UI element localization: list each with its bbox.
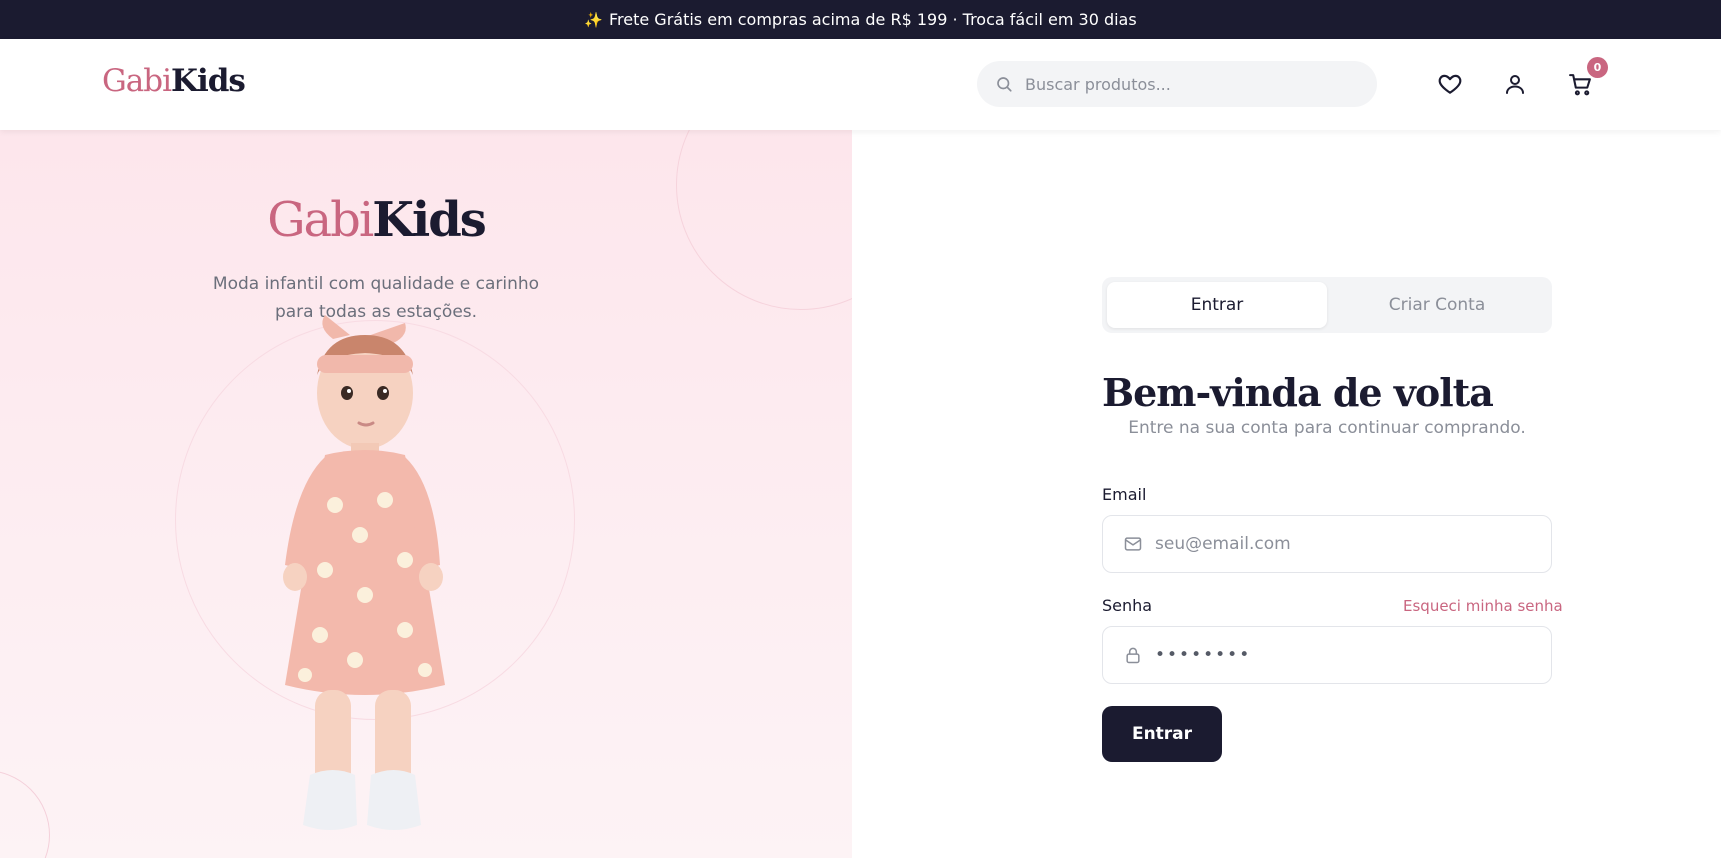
announcement-bar: ✨ Frete Grátis em compras acima de R$ 19… <box>0 0 1721 39</box>
heart-icon <box>1438 74 1462 94</box>
email-label: Email <box>1102 485 1147 504</box>
email-field-wrapper <box>1102 515 1552 573</box>
hero-logo: GabiKids <box>267 192 487 248</box>
email-field[interactable] <box>1155 534 1535 554</box>
forgot-password-link[interactable]: Esqueci minha senha <box>1403 597 1563 615</box>
page-title: Bem-vinda de volta <box>1102 370 1494 415</box>
favorites-button[interactable] <box>1436 70 1464 98</box>
password-label: Senha <box>1102 596 1153 615</box>
lock-icon <box>1126 647 1140 664</box>
search-icon <box>997 77 1012 92</box>
auth-panel <box>852 130 1721 858</box>
site-logo[interactable]: GabiKids <box>102 63 246 99</box>
tab-criar-conta[interactable]: Criar Conta <box>1327 282 1547 328</box>
submit-button[interactable]: Entrar <box>1102 706 1222 762</box>
decorative-circle <box>0 770 50 858</box>
site-header: GabiKids 0 <box>0 39 1721 130</box>
announcement-text: Frete Grátis em compras acima de R$ 199 … <box>608 10 1137 29</box>
tab-entrar[interactable]: Entrar <box>1107 282 1327 328</box>
search-bar <box>977 61 1377 107</box>
search-input[interactable] <box>1025 74 1345 94</box>
account-button[interactable] <box>1501 70 1529 98</box>
sparkle-icon: ✨ <box>584 10 603 29</box>
password-field-wrapper: •••••••• <box>1102 626 1552 684</box>
cart-count-badge: 0 <box>1587 57 1608 78</box>
user-icon <box>1506 75 1524 94</box>
password-field[interactable]: •••••••• <box>1155 645 1251 665</box>
auth-tabs: Entrar Criar Conta <box>1102 277 1552 333</box>
baby-model-image <box>283 315 445 830</box>
page-subtitle: Entre na sua conta para continuar compra… <box>1128 418 1526 438</box>
mail-icon <box>1124 537 1142 551</box>
hero-panel: GabiKids Moda infantil com qualidade e c… <box>0 130 852 858</box>
cart-icon <box>1568 73 1591 95</box>
